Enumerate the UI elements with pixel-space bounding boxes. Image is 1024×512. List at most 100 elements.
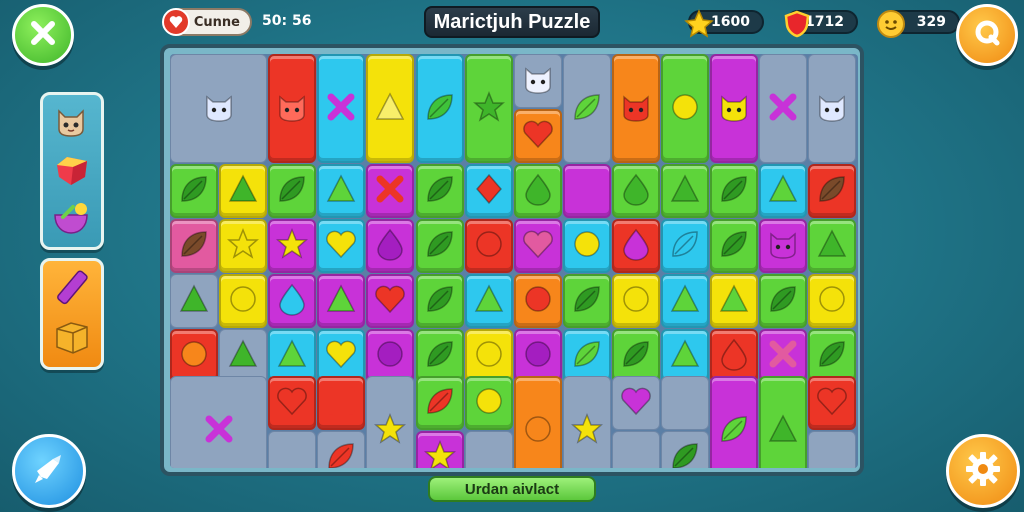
tile-diamond-icon[interactable] [464, 164, 513, 218]
tile-cat-icon[interactable] [268, 54, 317, 163]
tile-circle-icon[interactable] [464, 376, 513, 430]
tile-circle-icon[interactable] [513, 329, 562, 383]
box-icon[interactable] [53, 317, 91, 355]
tile-star-icon[interactable] [464, 54, 513, 163]
tile-leaf-icon[interactable] [710, 376, 759, 468]
tile-triangle-icon[interactable] [808, 219, 857, 273]
tile-circle-icon[interactable] [513, 274, 562, 328]
tile-circle-icon[interactable] [464, 329, 513, 383]
bowl-icon[interactable] [51, 199, 91, 237]
tile-cross-icon[interactable] [562, 164, 611, 218]
crayon-icon[interactable] [53, 267, 91, 307]
tile-leaf-icon[interactable] [562, 329, 611, 383]
tile-circle-icon[interactable] [562, 219, 611, 273]
tile-cross-icon[interactable] [366, 164, 415, 218]
tile-leaf-icon[interactable] [317, 431, 366, 468]
tile-heart-icon[interactable] [317, 219, 366, 273]
tile-cross-icon[interactable] [170, 376, 268, 468]
tile-drop-icon[interactable] [710, 329, 759, 383]
tile-leaf-icon[interactable] [170, 219, 219, 273]
tile-circle-icon[interactable] [366, 329, 415, 383]
tile-triangle-icon[interactable] [219, 329, 268, 383]
close-button[interactable] [12, 4, 74, 66]
tile-triangle-icon[interactable] [661, 274, 710, 328]
settings-button[interactable] [946, 434, 1020, 508]
tile-drop-icon[interactable] [268, 274, 317, 328]
tile-leaf-icon[interactable] [808, 329, 857, 383]
tile-drop-icon[interactable] [366, 219, 415, 273]
tile-cat-icon[interactable] [170, 54, 268, 163]
tile-triangle-icon[interactable] [710, 274, 759, 328]
tile-cross-icon[interactable] [317, 376, 366, 430]
tile-circle-icon[interactable] [464, 219, 513, 273]
circle-icon [667, 89, 703, 129]
tile-cat-icon[interactable] [759, 219, 808, 273]
tile-triangle-icon[interactable] [219, 164, 268, 218]
tile-leaf-icon[interactable] [611, 329, 660, 383]
tile-leaf-icon[interactable] [415, 164, 464, 218]
tile-leaf-icon[interactable] [415, 54, 464, 163]
tile-drop-icon[interactable] [611, 219, 660, 273]
tile-leaf-icon[interactable] [268, 164, 317, 218]
tile-leaf-icon[interactable] [415, 274, 464, 328]
continue-button[interactable]: Cunne [162, 8, 252, 36]
tile-heart-icon[interactable] [611, 376, 660, 430]
tile-triangle-icon[interactable] [661, 329, 710, 383]
tile-circle-icon[interactable] [219, 274, 268, 328]
tile-triangle-icon[interactable] [317, 164, 366, 218]
tile-cross-icon[interactable] [759, 329, 808, 383]
tile-cat-icon[interactable] [808, 54, 857, 163]
tile-leaf-icon[interactable] [661, 431, 710, 468]
tile-triangle-icon[interactable] [759, 164, 808, 218]
rocket-button[interactable] [12, 434, 86, 508]
tile-circle-icon[interactable] [513, 376, 562, 468]
tile-leaf-icon[interactable] [415, 329, 464, 383]
tile-heart-icon[interactable] [513, 109, 562, 163]
tile-circle-icon[interactable] [661, 54, 710, 163]
tile-star-icon[interactable] [562, 376, 611, 468]
tile-leaf-icon[interactable] [415, 219, 464, 273]
cat-face-icon[interactable] [53, 103, 89, 139]
tile-cross-icon[interactable] [759, 54, 808, 163]
tile-circle-icon[interactable] [170, 329, 219, 383]
tile-leaf-icon[interactable] [562, 274, 611, 328]
tile-triangle-icon[interactable] [759, 376, 808, 468]
tile-star-icon[interactable] [366, 376, 415, 468]
tile-triangle-icon[interactable] [366, 54, 415, 163]
cross-icon [372, 171, 408, 211]
tile-triangle-icon[interactable] [661, 164, 710, 218]
action-button[interactable]: Urdan aivlact [428, 476, 596, 502]
tile-star-icon[interactable] [219, 219, 268, 273]
tile-triangle-icon[interactable] [317, 274, 366, 328]
tile-leaf-icon[interactable] [661, 219, 710, 273]
tile-triangle-icon[interactable] [268, 329, 317, 383]
tile-leaf-icon[interactable] [710, 219, 759, 273]
tile-drop-icon[interactable] [611, 164, 660, 218]
tile-drop-icon[interactable] [513, 164, 562, 218]
tile-leaf-icon[interactable] [710, 164, 759, 218]
tile-heart-icon[interactable] [317, 329, 366, 383]
tile-heart-icon[interactable] [808, 376, 857, 430]
tile-leaf-icon[interactable] [759, 274, 808, 328]
tile-triangle-icon[interactable] [464, 274, 513, 328]
tile-leaf-icon[interactable] [562, 54, 611, 163]
tile-cat-icon[interactable] [513, 54, 562, 108]
tile-leaf-icon[interactable] [415, 376, 464, 430]
tile-cat-icon[interactable] [710, 54, 759, 163]
tile-circle-icon[interactable] [808, 274, 857, 328]
tile-heart-icon[interactable] [366, 274, 415, 328]
tile-circle-icon[interactable] [611, 274, 660, 328]
help-button[interactable] [956, 4, 1018, 66]
tile-heart-icon[interactable] [513, 219, 562, 273]
tile-star-icon[interactable] [268, 219, 317, 273]
tile-triangle-icon[interactable] [170, 274, 219, 328]
gem-icon[interactable] [53, 151, 91, 189]
tile-cat-icon[interactable] [611, 54, 660, 163]
tile-cross-icon[interactable] [317, 54, 366, 163]
tile-leaf-icon[interactable] [170, 164, 219, 218]
tile-leaf-icon[interactable] [808, 164, 857, 218]
continue-label: Cunne [193, 14, 240, 30]
circle-icon [520, 336, 556, 376]
tile-heart-icon[interactable] [268, 376, 317, 430]
tile-star-icon[interactable] [415, 431, 464, 468]
